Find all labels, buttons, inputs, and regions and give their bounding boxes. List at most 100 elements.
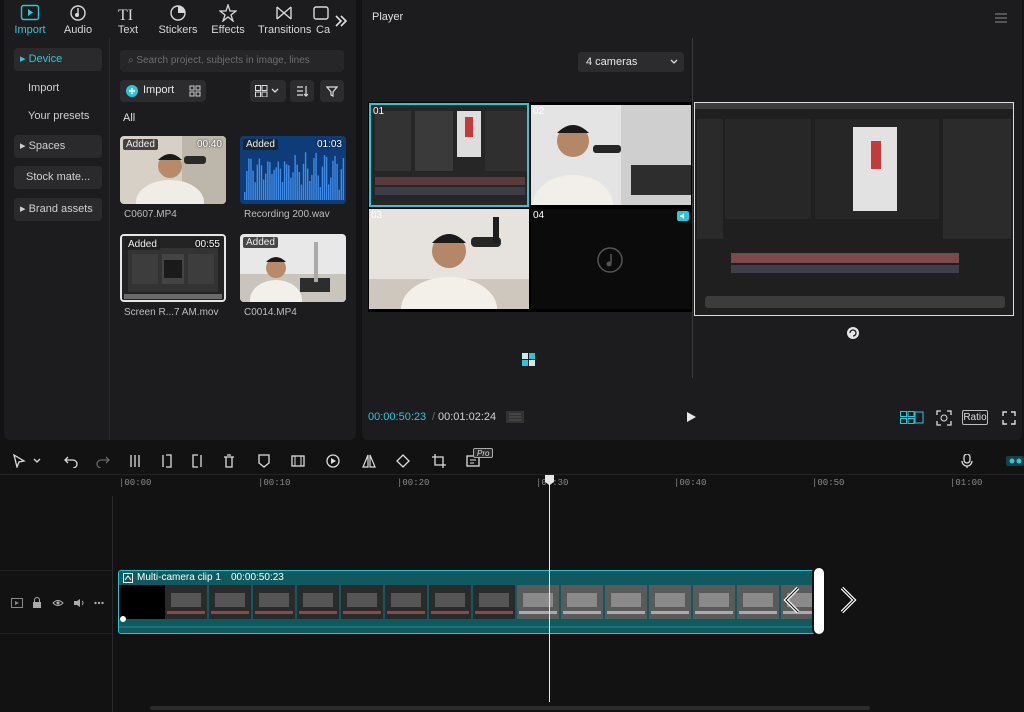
- more-options-icon[interactable]: [94, 601, 104, 605]
- camera-view-02[interactable]: 02: [531, 105, 691, 205]
- speaker-icon: [677, 211, 689, 221]
- freeze-icon[interactable]: [291, 454, 305, 468]
- playhead-handle-icon[interactable]: [544, 474, 555, 486]
- tab-stickers[interactable]: Stickers: [152, 2, 204, 38]
- current-time: 00:00:50:23: [368, 411, 427, 423]
- tab-text[interactable]: TI Text: [102, 2, 154, 38]
- multicam-view-icon[interactable]: [900, 411, 924, 425]
- camera-03-preview: [369, 209, 529, 309]
- camera-label: 01: [373, 106, 385, 117]
- nav-your-presets-label: Your presets: [28, 110, 90, 122]
- effects-icon: [219, 4, 237, 22]
- qr-icon: [189, 85, 201, 97]
- search-input[interactable]: ⌕ Search project, subjects in image, lin…: [120, 50, 344, 72]
- audio-icon: [70, 5, 86, 21]
- track-cover-icon[interactable]: [11, 598, 23, 608]
- media-item-recording[interactable]: Added 01:03: [240, 136, 346, 204]
- tab-transitions[interactable]: Transitions: [258, 2, 311, 38]
- tab-captions-label: Ca: [316, 24, 331, 36]
- nav-stock-materials[interactable]: Stock mate...: [14, 166, 102, 189]
- plus-icon: [126, 85, 138, 97]
- camera-select[interactable]: 4 cameras: [578, 52, 684, 72]
- multicam-grid: 01 02 03 04: [368, 102, 692, 312]
- camera-label: 02: [533, 106, 545, 117]
- added-badge: Added: [243, 237, 278, 248]
- clip-end-handle[interactable]: [812, 566, 826, 636]
- filter-button[interactable]: [320, 80, 344, 102]
- ratio-button[interactable]: Ratio: [962, 410, 988, 425]
- reverse-play-icon[interactable]: [326, 454, 340, 468]
- camera-select-value: 4 cameras: [586, 56, 638, 68]
- select-cursor-icon[interactable]: [12, 454, 26, 468]
- nav-import[interactable]: Import: [14, 77, 102, 100]
- link-icon: [1009, 458, 1022, 464]
- marker-icon[interactable]: [257, 454, 271, 468]
- media-item-c0607[interactable]: Added 00:40: [120, 136, 226, 204]
- mirror-icon[interactable]: [362, 454, 376, 468]
- added-badge: Added: [123, 139, 158, 150]
- svg-text:TI: TI: [118, 7, 133, 22]
- crop-icon[interactable]: [432, 454, 446, 468]
- multicam-clip[interactable]: Multi-camera clip 1 00:00:50:23: [118, 570, 822, 634]
- rotate-icon[interactable]: [846, 326, 860, 340]
- nav-brand-assets-label: Brand assets: [28, 203, 93, 215]
- tab-audio[interactable]: Audio: [52, 2, 104, 38]
- undo-icon[interactable]: [64, 454, 78, 468]
- menu-icon[interactable]: [994, 12, 1008, 24]
- keyframe-dot-icon: [120, 616, 126, 622]
- tab-captions[interactable]: Ca: [310, 2, 332, 38]
- clip-duration: 00:00:50:23: [231, 572, 284, 583]
- split-icon[interactable]: [128, 454, 142, 468]
- nav-device[interactable]: ▸ Device: [14, 48, 102, 71]
- nav-brand-assets[interactable]: ▸ Brand assets: [14, 198, 102, 221]
- trim-arrow-right-icon[interactable]: [836, 584, 860, 616]
- nav-spaces[interactable]: ▸ Spaces: [14, 135, 102, 158]
- camera-view-03[interactable]: 03: [369, 209, 529, 309]
- trim-left-icon[interactable]: [160, 454, 174, 468]
- chevron-down-icon[interactable]: [33, 458, 47, 472]
- playhead[interactable]: [549, 480, 550, 702]
- player-panel: Player 4 cameras 01 02 03 04 00:00:50:23…: [362, 0, 1022, 440]
- nav-your-presets[interactable]: Your presets: [14, 105, 102, 128]
- fit-screen-icon[interactable]: [936, 410, 952, 426]
- trim-arrow-left-icon[interactable]: [780, 584, 804, 616]
- play-icon[interactable]: [685, 411, 697, 423]
- tab-effects[interactable]: Effects: [202, 2, 254, 38]
- time-ruler[interactable]: |00:00 |00:10 |00:20 |00:30 |00:40 |00:5…: [0, 474, 1024, 492]
- trim-right-icon[interactable]: [190, 454, 204, 468]
- more-tabs-icon[interactable]: [334, 14, 348, 28]
- music-note-icon: [597, 247, 623, 273]
- camera-view-01[interactable]: 01: [369, 103, 529, 207]
- camera-view-04[interactable]: 04: [531, 209, 691, 309]
- timecode-format-icon[interactable]: [506, 411, 524, 423]
- import-button[interactable]: Import: [120, 80, 206, 102]
- tab-import[interactable]: Import: [4, 2, 56, 38]
- eye-icon[interactable]: [52, 598, 64, 608]
- lock-icon[interactable]: [32, 597, 42, 609]
- sort-button[interactable]: [290, 80, 314, 102]
- microphone-icon[interactable]: [960, 454, 974, 468]
- layout-grid-icon[interactable]: [522, 353, 536, 367]
- ruler-tick: |01:00: [950, 478, 983, 488]
- timeline-scrollbar[interactable]: [150, 706, 870, 710]
- clip-name: Multi-camera clip 1: [137, 572, 221, 583]
- volume-icon[interactable]: [73, 598, 85, 608]
- redo-icon[interactable]: [96, 454, 110, 468]
- ruler-tick: |00:10: [258, 478, 291, 488]
- fullscreen-icon[interactable]: [1002, 411, 1016, 425]
- media-name: Recording 200.wav: [244, 209, 330, 220]
- camera-02-preview: [531, 105, 691, 205]
- media-name: C0014.MP4: [244, 307, 297, 318]
- filter-all[interactable]: All: [123, 112, 135, 124]
- media-name: Screen R...7 AM.mov: [124, 307, 219, 318]
- player-divider: [692, 38, 693, 378]
- link-toggle[interactable]: [1006, 456, 1024, 466]
- nav-device-label: Device: [28, 53, 63, 65]
- view-mode-button[interactable]: [250, 80, 286, 102]
- media-item-c0014[interactable]: Added: [240, 234, 346, 302]
- grid-view-icon: [255, 85, 279, 97]
- delete-icon[interactable]: [222, 454, 236, 468]
- rotate-clip-icon[interactable]: [396, 454, 410, 468]
- media-item-screen-recording[interactable]: Added 00:55: [120, 234, 226, 302]
- program-view[interactable]: [694, 102, 1014, 316]
